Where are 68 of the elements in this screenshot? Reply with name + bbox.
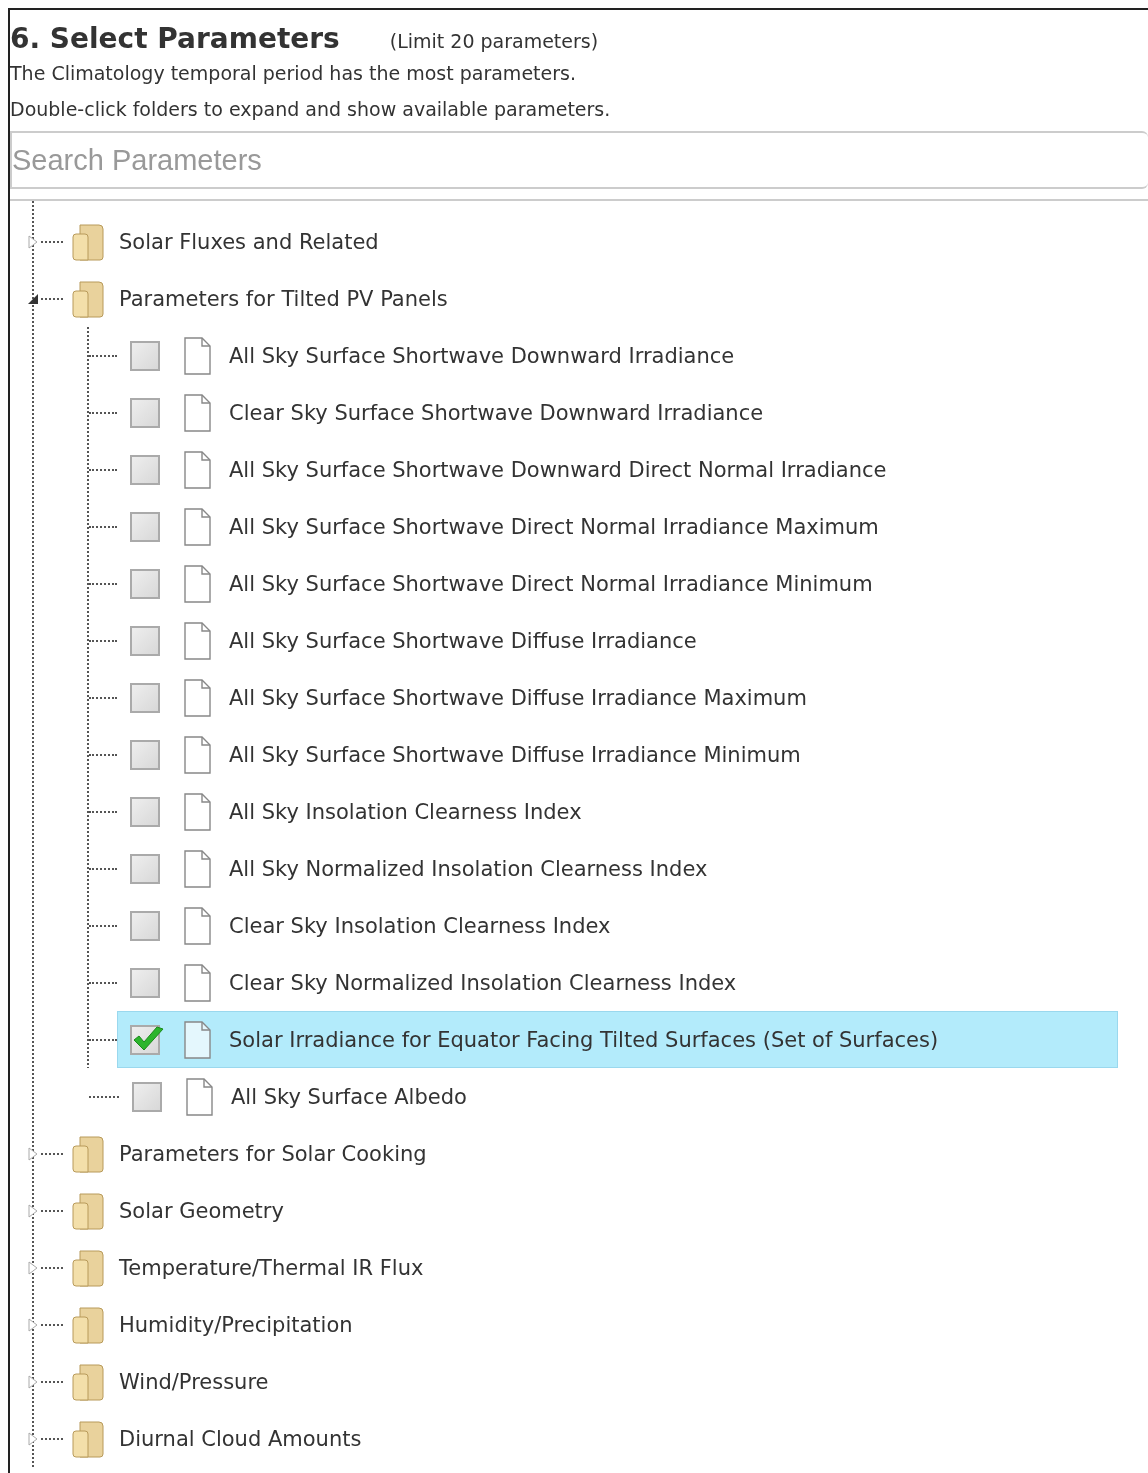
folder-label[interactable]: Parameters for Solar Cooking: [119, 1141, 427, 1166]
document-icon: [183, 678, 211, 717]
parameter-item[interactable]: Clear Sky Normalized Insolation Clearness Index: [117, 954, 1118, 1011]
folder-icon: [71, 1191, 105, 1230]
folder-icon: [71, 1305, 105, 1344]
document-icon: [183, 450, 211, 489]
checkbox[interactable]: [130, 739, 160, 770]
parameter-item[interactable]: All Sky Surface Shortwave Direct Normal Irradiance Minimum: [117, 555, 1118, 612]
folder-icon: [71, 1248, 105, 1287]
document-icon: [183, 963, 211, 1002]
folder-label[interactable]: Wind/Pressure: [119, 1369, 269, 1394]
checkbox[interactable]: [130, 853, 160, 884]
collapsed-arrow-icon[interactable]: [27, 1373, 39, 1390]
parameter-item[interactable]: Clear Sky Surface Shortwave Downward Irradiance: [117, 384, 1118, 441]
section-title: 6. Select Parameters: [10, 22, 340, 55]
parameter-item[interactable]: All Sky Surface Shortwave Diffuse Irradiance Minimum: [117, 726, 1118, 783]
document-icon: [183, 393, 211, 432]
folder-label[interactable]: Humidity/Precipitation: [119, 1312, 353, 1337]
document-icon: [185, 1077, 213, 1116]
checkbox[interactable]: [130, 967, 160, 998]
document-icon: [183, 336, 211, 375]
collapsed-arrow-icon[interactable]: [27, 1430, 39, 1447]
document-icon: [183, 621, 211, 660]
instruction-text: The Climatology temporal period has the most parameters.: [10, 61, 577, 86]
document-icon: [183, 849, 211, 888]
search-field[interactable]: Search Parameters: [10, 131, 1148, 189]
document-icon: [183, 906, 211, 945]
parameter-item[interactable]: All Sky Surface Shortwave Direct Normal Irradiance Maximum: [117, 498, 1118, 555]
document-icon: [183, 507, 211, 546]
limit-note: (Limit 20 parameters): [389, 30, 599, 52]
document-icon: [183, 735, 211, 774]
folder-icon: [71, 1362, 105, 1401]
folder-label[interactable]: Solar Geometry: [119, 1198, 284, 1223]
checkbox[interactable]: [130, 910, 160, 941]
folder-label[interactable]: Temperature/Thermal IR Flux: [119, 1255, 424, 1280]
folder-icon: [71, 279, 105, 318]
folder-icon: [71, 1419, 105, 1458]
document-icon: [183, 792, 211, 831]
checkbox[interactable]: [130, 340, 160, 371]
folder-label[interactable]: Diurnal Cloud Amounts: [119, 1426, 362, 1451]
checkbox[interactable]: [130, 682, 160, 713]
checkbox[interactable]: [130, 568, 160, 599]
parameter-item[interactable]: All Sky Surface Shortwave Diffuse Irradiance: [117, 612, 1118, 669]
parameter-item[interactable]: All Sky Normalized Insolation Clearness Index: [117, 840, 1118, 897]
parameter-item[interactable]: All Sky Surface Albedo: [119, 1068, 1118, 1125]
collapsed-arrow-icon[interactable]: [27, 1316, 39, 1333]
parameter-item[interactable]: Clear Sky Insolation Clearness Index: [117, 897, 1118, 954]
folder-label[interactable]: Parameters for Tilted PV Panels: [119, 286, 448, 311]
parameter-item[interactable]: All Sky Surface Shortwave Downward Direct Normal Irradiance: [117, 441, 1118, 498]
instruction-text: Double-click folders to expand and show available parameters.: [10, 97, 612, 122]
collapsed-arrow-icon[interactable]: [27, 233, 39, 250]
checkbox[interactable]: [132, 1081, 162, 1112]
folder-icon: [71, 222, 105, 261]
collapsed-arrow-icon[interactable]: [27, 1259, 39, 1276]
folder-label[interactable]: Solar Fluxes and Related: [119, 229, 379, 254]
folder-icon: [71, 1134, 105, 1173]
parameter-item[interactable]: All Sky Surface Shortwave Downward Irradiance: [117, 327, 1118, 384]
parameter-item[interactable]: All Sky Insolation Clearness Index: [117, 783, 1118, 840]
checkbox[interactable]: [130, 397, 160, 428]
checkbox[interactable]: [130, 796, 160, 827]
checkbox[interactable]: [130, 511, 160, 542]
checkbox[interactable]: [130, 454, 160, 485]
checkbox[interactable]: [130, 625, 160, 656]
collapsed-arrow-icon[interactable]: [27, 1145, 39, 1162]
parameter-item[interactable]: All Sky Surface Shortwave Diffuse Irradiance Maximum: [117, 669, 1118, 726]
collapsed-arrow-icon[interactable]: [27, 1202, 39, 1219]
document-icon: [183, 564, 211, 603]
document-icon: [183, 1020, 211, 1059]
